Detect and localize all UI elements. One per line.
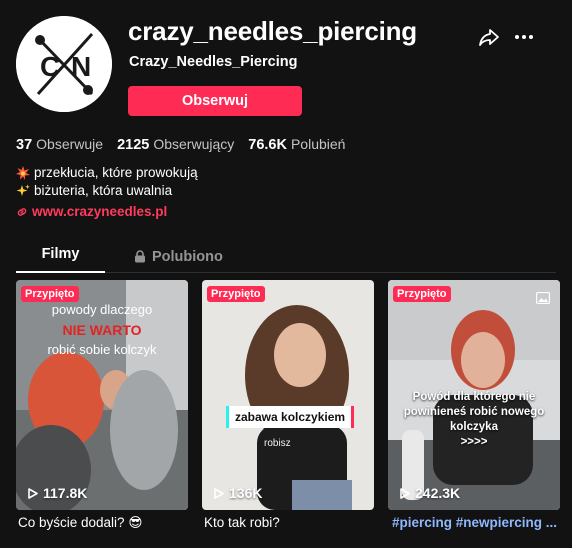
overlay-line: kolczyka [450, 421, 498, 433]
crazy-needles-logo: C N [16, 16, 112, 112]
likes-count: 76.6K [248, 137, 287, 153]
profile-avatar[interactable]: C N [16, 16, 112, 112]
view-count-text: 136K [229, 485, 263, 501]
following-label: Obserwuje [36, 136, 104, 152]
svg-text:N: N [71, 51, 91, 82]
link-icon [17, 207, 27, 216]
bio-link[interactable]: www.crazyneedles.pl [16, 204, 167, 219]
overlay-line: NIE WARTO [62, 322, 142, 338]
follow-button[interactable]: Obserwuj [128, 86, 302, 116]
play-icon [28, 487, 38, 499]
pinned-badge: Przypięto [393, 286, 451, 302]
view-count-text: 117.8K [43, 485, 88, 501]
overlay-line: powody dlaczego [51, 302, 153, 317]
profile-stats: 37 Obserwuje 2125 Obserwujący 76.6K Polubie… [16, 136, 345, 153]
following-stat[interactable]: 37 Obserwuje [16, 136, 103, 153]
video-card[interactable]: Przypięto Powód dla którego nie powinien… [388, 280, 560, 510]
profile-nickname: Crazy_Needles_Piercing [129, 54, 298, 70]
video-overlay-text: powody dlaczego NIE WARTO robić sobie ko… [16, 300, 188, 360]
overlay-line: robić sobie kolczyk [47, 342, 157, 357]
bio-line-2: biżuteria, która uwalnia [34, 183, 173, 198]
sparkles-icon [16, 184, 30, 196]
following-count: 37 [16, 137, 33, 153]
likes-stat: 76.6K Polubień [248, 136, 345, 153]
overlay-line: Powód dla którego nie [412, 391, 536, 403]
video-caption[interactable]: Kto tak robi? [204, 515, 280, 530]
collision-icon [16, 166, 30, 180]
video-thumbnail [202, 280, 374, 510]
video-overlay-text: Powód dla którego nie powinieneś robić n… [388, 390, 560, 450]
more-dots-icon[interactable] [513, 26, 535, 48]
share-arrow-icon[interactable] [478, 26, 500, 48]
video-card[interactable]: Przypięto zabawa kolczykiem robisz 136K [202, 280, 374, 510]
bio-link-text: www.crazyneedles.pl [32, 204, 168, 219]
video-card[interactable]: Przypięto powody dlaczego NIE WARTO robi… [16, 280, 188, 510]
bio-line-1: przekłucia, które prowokują [34, 165, 198, 180]
profile-tabs: Filmy Polubiono [16, 240, 556, 273]
profile-bio: przekłucia, które prowokują biżuteria, k… [16, 164, 198, 200]
play-icon [214, 487, 224, 499]
overlay-line: powinieneś robić nowego [403, 406, 545, 418]
view-count: 136K [214, 485, 262, 501]
tab-liked-label: Polubiono [152, 248, 223, 265]
followers-stat[interactable]: 2125 Obserwujący [117, 136, 234, 153]
likes-label: Polubień [290, 136, 346, 152]
tab-liked[interactable]: Polubiono [134, 240, 223, 273]
profile-username: crazy_needles_piercing [128, 16, 417, 46]
followers-label: Obserwujący [153, 136, 235, 152]
tab-videos[interactable]: Filmy [16, 240, 105, 273]
followers-count: 2125 [117, 137, 150, 153]
view-count: 117.8K [28, 485, 87, 501]
play-icon [400, 487, 410, 499]
svg-text:C: C [40, 51, 60, 82]
pinned-badge: Przypięto [207, 286, 265, 302]
video-caption[interactable]: Co byście dodali? 😎 [18, 515, 142, 531]
view-count-text: 242.3K [415, 485, 461, 501]
photo-icon [536, 292, 550, 304]
video-overlay-subtext: robisz [264, 438, 291, 449]
video-caption-hashtags[interactable]: #piercing #newpiercing ... [392, 515, 557, 530]
lock-icon [135, 250, 145, 263]
overlay-line: >>>> [460, 436, 488, 448]
view-count: 242.3K [400, 485, 460, 501]
video-sticker-text: zabawa kolczykiem [226, 406, 355, 428]
